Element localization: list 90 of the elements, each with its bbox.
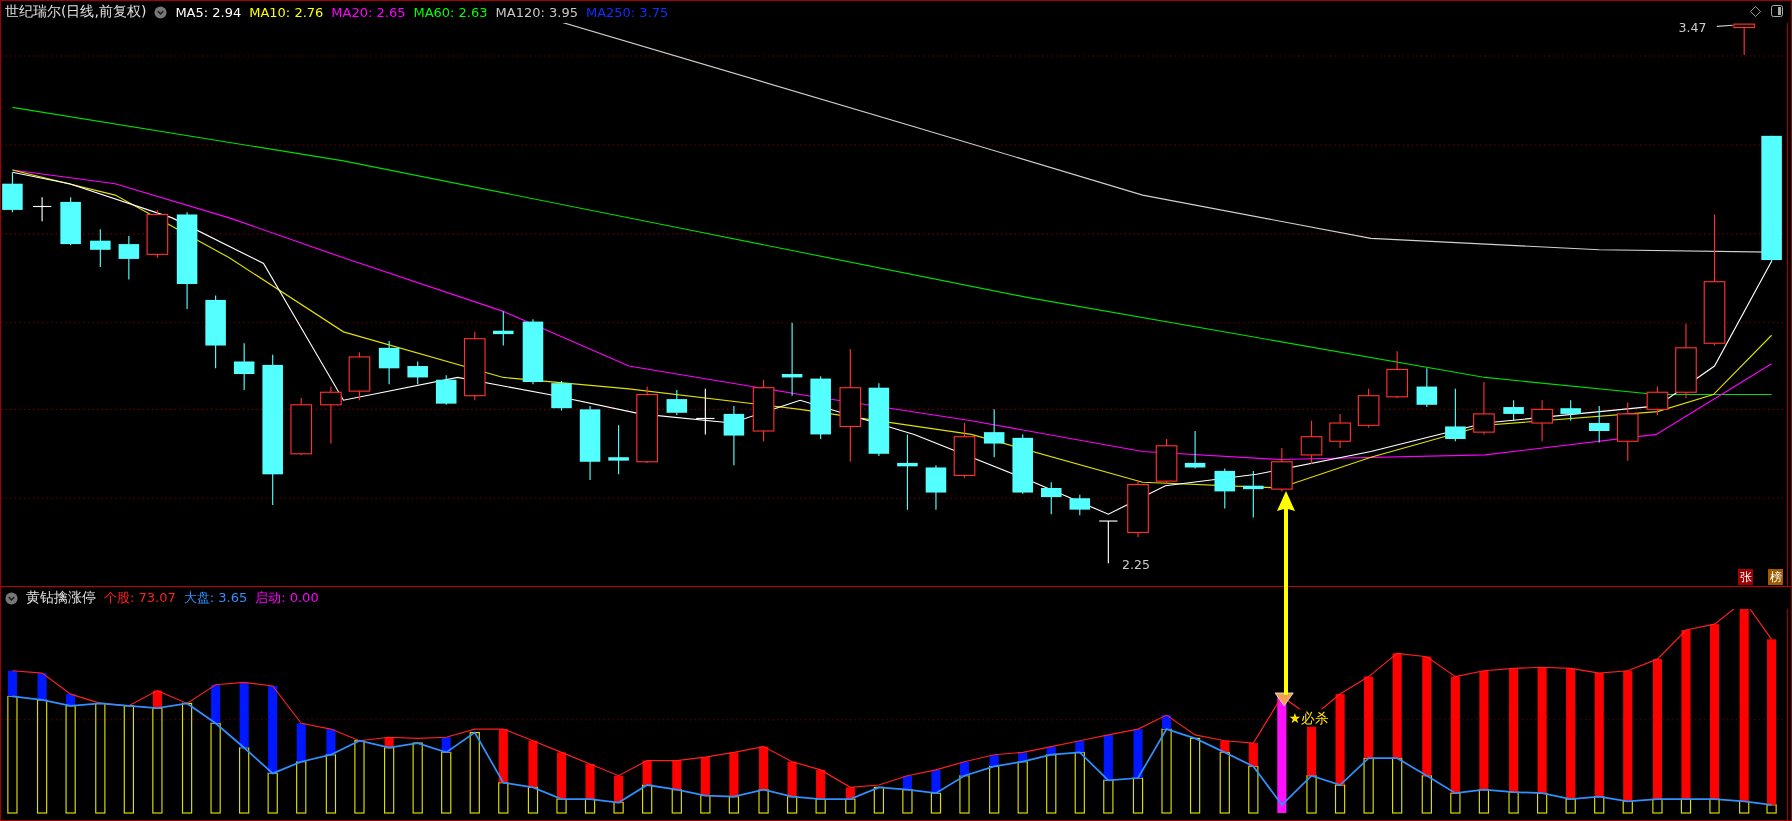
candlestick [1560,399,1581,422]
moving-average-reading: MA20: 2.65 [331,4,406,20]
candlestick [2,171,23,213]
indicator-bar [671,760,682,814]
low-price-label: 2.25 [1122,556,1150,572]
indicator-bar [873,786,884,814]
moving-average-reading: MA10: 2.76 [249,4,324,20]
indicator-bar [1046,746,1057,814]
indicator-reading: 大盘: 3.65 [183,589,248,607]
candlestick [60,196,81,246]
candlestick [1416,367,1438,408]
candlestick [463,331,486,401]
candlestick [290,397,313,456]
candlestick [522,318,544,385]
candlestick [407,360,428,385]
candlestick [1214,468,1236,510]
moving-average-reading: MA60: 2.63 [413,4,488,20]
candlestick [723,405,745,466]
candlestick [1271,447,1293,492]
candlestick [666,389,688,416]
marker-badge[interactable]: 榜 [1768,569,1783,585]
candlestick [32,196,52,222]
candlestick [752,379,775,442]
candlestick [1616,401,1639,462]
high-price-label: 3.47 [1678,23,1707,36]
candlestick [608,424,629,475]
candlestick [1531,399,1553,442]
candlestick [1733,23,1756,56]
candlestick [233,342,255,391]
candlestick [435,374,457,406]
indicator-bar [613,775,624,814]
marker-badge[interactable]: 张 [1738,569,1753,585]
indicator-bar [728,752,740,814]
dropdown-icon[interactable] [154,5,168,19]
leader-line [1716,24,1734,27]
candlestick [1069,494,1091,516]
dropdown-icon[interactable] [5,591,18,605]
candlestick [1646,386,1669,416]
candlestick [320,386,342,445]
panel-toggle-icon[interactable] [1771,5,1783,17]
indicator-reading: 启动: 0.00 [255,589,319,607]
indicator-reading: 个股: 73.07 [104,589,176,607]
signal-label: ★必杀 [1288,710,1329,727]
chart-title: 世纪瑞尔(日线,前复权) [5,3,147,21]
indicator-bar [959,761,970,814]
candlestick [1041,481,1062,515]
candlestick [1357,388,1380,429]
moving-average-reading: MA250: 3.75 [585,4,669,20]
indicator-bar [700,757,711,814]
candlestick [1588,405,1610,443]
indicator-bar [786,761,798,814]
candlestick [1386,350,1408,399]
candlestick [146,209,169,259]
candlestick [378,340,400,385]
candlestick [810,375,831,440]
indicator-bar [1248,743,1259,814]
candlestick [1445,388,1466,442]
candlestick [348,351,371,401]
indicator-title: 黄钻擒涨停 [26,589,96,607]
candlestick [983,408,1005,458]
candlestick [953,422,976,479]
candlestick [1184,430,1206,470]
candlestick [1012,433,1033,495]
indicator-bar [930,769,942,814]
candlestick [1503,399,1524,422]
indicator-bar [412,742,423,814]
candlestick [1473,381,1495,435]
indicator-bar [584,764,596,814]
candlestick [925,464,947,511]
candlestick [551,380,572,412]
moving-average-reading: MA120: 3.95 [495,4,578,20]
indicator-bar [1017,752,1028,814]
candlestick [1155,438,1178,484]
candlestick [90,228,111,268]
indicator-bar [845,787,856,814]
candlestick [1098,520,1119,564]
candlestick [1329,413,1351,449]
indicator-bar [758,746,769,814]
indicator-bar [989,754,1000,814]
indicator-bar [642,760,653,814]
candlestick [118,235,140,280]
indicator-bar [815,769,826,814]
candlestick [1127,479,1149,538]
candlestick [1243,470,1264,519]
candlestick [1300,420,1323,465]
candlestick [493,310,514,347]
indicator-bar [556,752,567,814]
candlestick [695,388,716,435]
indicator-bar [902,775,913,814]
moving-average-reading: MA5: 2.94 [175,4,242,20]
